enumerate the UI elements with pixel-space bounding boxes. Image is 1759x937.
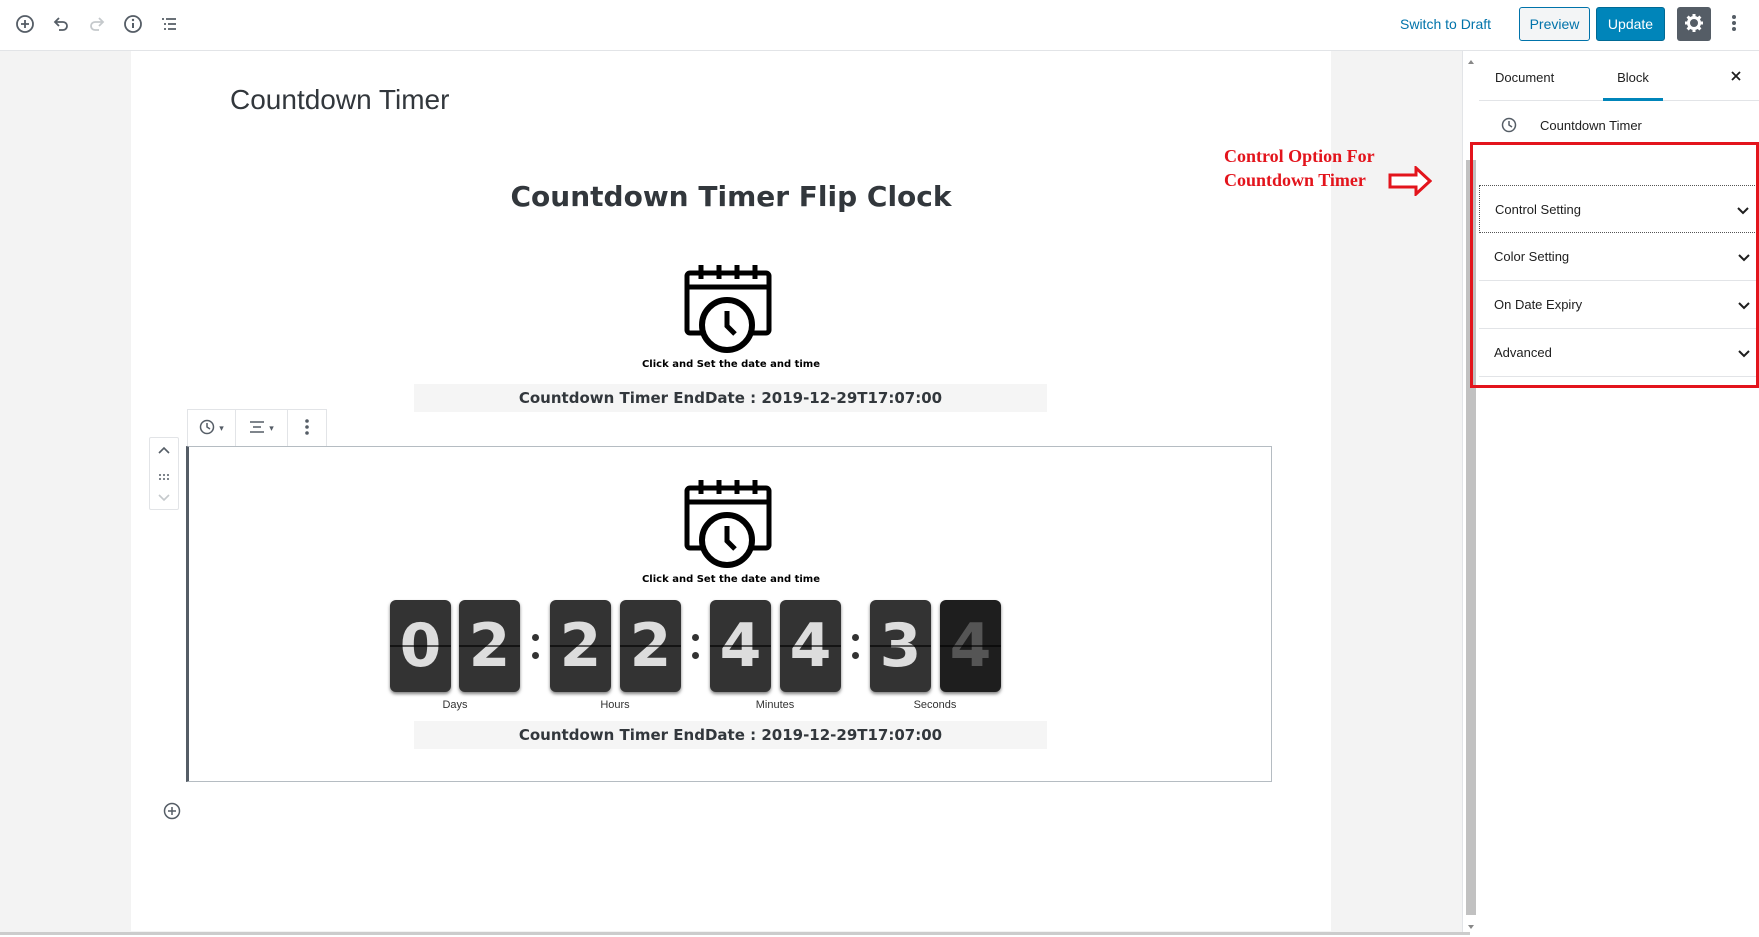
- close-icon[interactable]: [1729, 69, 1743, 83]
- kebab-icon: [304, 418, 310, 438]
- flip-separator: [531, 626, 540, 666]
- more-options-button[interactable]: [1722, 7, 1746, 41]
- seconds-label: Seconds: [913, 699, 957, 711]
- align-center-icon: [249, 420, 265, 436]
- clock-icon: [1501, 117, 1517, 138]
- annotation-line-1: Control Option For: [1224, 146, 1375, 166]
- flip-digit-seconds-2: 4: [940, 600, 1001, 692]
- switch-to-draft-link[interactable]: Switch to Draft: [1400, 7, 1491, 41]
- list-outline-icon[interactable]: [157, 12, 181, 36]
- block-toolbar: ▾ ▾: [187, 409, 327, 446]
- info-icon[interactable]: [121, 12, 145, 36]
- block-card-title: Countdown Timer: [1540, 118, 1642, 133]
- post-title[interactable]: Countdown Timer: [230, 84, 449, 116]
- caret-down-icon: ▾: [219, 422, 224, 433]
- block-mover: [149, 437, 179, 510]
- block-more-button[interactable]: [288, 410, 326, 446]
- flip-separator: [691, 626, 700, 666]
- annotation-text: Control Option For Countdown Timer: [1224, 144, 1375, 192]
- flip-digit-days-2: 2: [459, 600, 520, 692]
- annotation-arrow-icon: [1388, 164, 1433, 198]
- flip-digit-hours-1: 2: [550, 600, 611, 692]
- caret-down-icon: ▾: [269, 422, 274, 433]
- top-toolbar: Switch to Draft Preview Update: [0, 0, 1759, 51]
- flip-digit-minutes-1: 4: [710, 600, 771, 692]
- plus-circle-icon[interactable]: [13, 12, 37, 36]
- block-type-switcher[interactable]: ▾: [188, 410, 236, 446]
- redo-icon[interactable]: [85, 12, 109, 36]
- flip-digit-seconds-1: 3: [870, 600, 931, 692]
- update-button[interactable]: Update: [1596, 7, 1665, 41]
- hours-label: Hours: [600, 699, 630, 711]
- flip-digit-hours-2: 2: [620, 600, 681, 692]
- plus-circle-icon[interactable]: [163, 802, 181, 820]
- clock-icon: [199, 419, 215, 437]
- flip-digit-minutes-2: 4: [780, 600, 841, 692]
- undo-icon[interactable]: [49, 12, 73, 36]
- tab-block[interactable]: Block: [1603, 51, 1663, 101]
- calendar-clock-icon[interactable]: [683, 478, 773, 578]
- set-date-caption[interactable]: Click and Set the date and time: [131, 574, 1331, 585]
- annotation-line-2: Countdown Timer: [1224, 170, 1366, 190]
- settings-button[interactable]: [1677, 7, 1711, 41]
- sidebar-tabs: Document Block: [1479, 51, 1759, 101]
- calendar-clock-icon[interactable]: [683, 263, 773, 363]
- minutes-label: Minutes: [755, 699, 795, 711]
- annotation-highlight-box: [1470, 142, 1759, 388]
- enddate-text: Countdown Timer EndDate : 2019-12-29T17:…: [414, 721, 1047, 749]
- enddate-text: Countdown Timer EndDate : 2019-12-29T17:…: [414, 384, 1047, 412]
- set-date-caption[interactable]: Click and Set the date and time: [131, 359, 1331, 370]
- days-label: Days: [442, 699, 468, 711]
- kebab-icon: [1731, 13, 1737, 36]
- scroll-down-icon[interactable]: [1466, 919, 1476, 929]
- chevron-up-icon[interactable]: [157, 443, 171, 461]
- flip-separator: [851, 626, 860, 666]
- tab-document[interactable]: Document: [1495, 51, 1554, 101]
- align-button[interactable]: ▾: [236, 410, 288, 446]
- scroll-up-icon[interactable]: [1466, 54, 1476, 64]
- gear-icon: [1684, 13, 1704, 36]
- heading-block[interactable]: Countdown Timer Flip Clock: [131, 180, 1331, 213]
- flip-digit-days-1: 0: [390, 600, 451, 692]
- preview-button[interactable]: Preview: [1519, 7, 1590, 41]
- drag-handle-icon[interactable]: [158, 468, 170, 486]
- chevron-down-icon[interactable]: [157, 491, 171, 509]
